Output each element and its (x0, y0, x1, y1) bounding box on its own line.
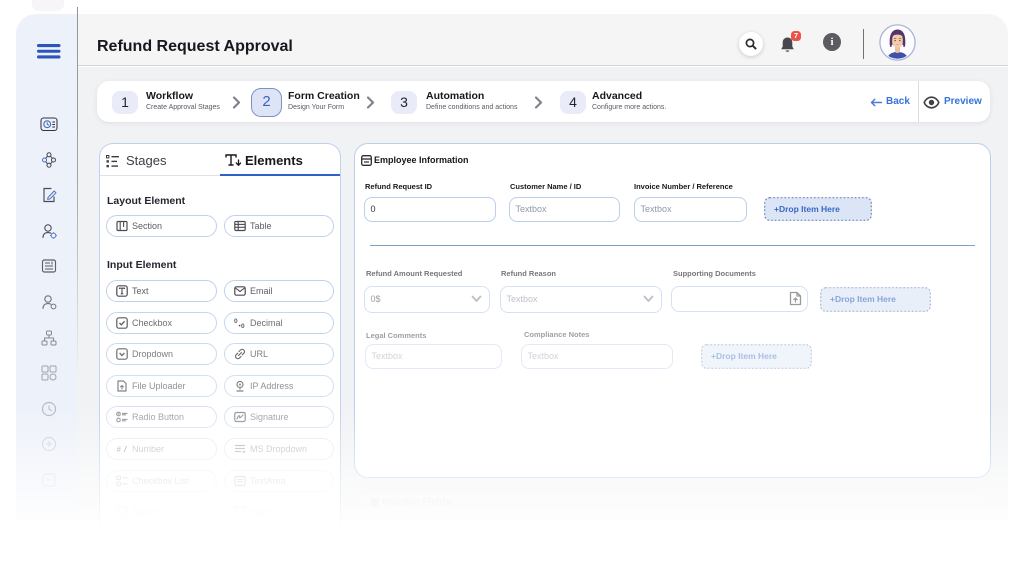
svg-text:0: 0 (234, 318, 238, 325)
svg-text:#: # (117, 445, 122, 454)
svg-text:0: 0 (241, 323, 245, 329)
